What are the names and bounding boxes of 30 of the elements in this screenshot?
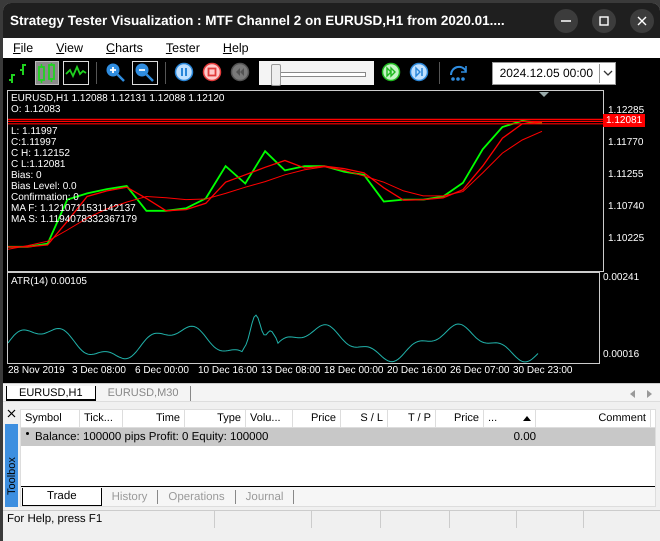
time-tick-label: 28 Nov 2019 xyxy=(8,365,65,376)
window-title: Strategy Tester Visualization : MTF Channel 2 on EURUSD,H1 from 2020.01.... xyxy=(10,13,506,28)
info-text: C H: 1.12152 xyxy=(11,148,71,159)
indicator-label: ATR(14) 0.00105 xyxy=(11,276,87,287)
info-text: C:1.11997 xyxy=(11,137,58,148)
price-tick-label: 1.11770 xyxy=(608,137,644,148)
indicator-tick-label: 0.00241 xyxy=(603,272,640,283)
indicator-tick-label: 0.00016 xyxy=(603,349,640,360)
time-tick-label: 13 Dec 08:00 xyxy=(261,365,320,376)
price-tick-label: 1.10740 xyxy=(608,201,644,212)
info-text: Bias Level: 0.0 xyxy=(11,181,78,192)
time-tick-label: 30 Dec 23:00 xyxy=(513,365,572,376)
price-tick-label: 1.12285 xyxy=(608,105,644,116)
info-text: L: 1.11997 xyxy=(11,126,59,137)
info-text: O: 1.12083 xyxy=(11,104,62,115)
time-tick-label: 18 Dec 00:00 xyxy=(324,365,384,376)
time-tick-label: 6 Dec 00:00 xyxy=(135,365,189,376)
time-tick-label: 10 Dec 16:00 xyxy=(198,365,258,376)
time-tick-label: 20 Dec 16:00 xyxy=(387,365,446,376)
info-text: C L:1.12081 xyxy=(11,159,66,170)
profit-value: 0.00 xyxy=(512,431,536,443)
info-text: Bias: 0 xyxy=(11,170,43,181)
status-text: For Help, press F1 xyxy=(7,511,215,528)
price-tick-label: 1.11255 xyxy=(608,169,644,180)
price-tick-label: 1.10225 xyxy=(608,233,644,244)
time-tick-label: 26 Dec 07:00 xyxy=(450,365,510,376)
symbol-header: EURUSD,H1 1.12088 1.12131 1.12088 1.12120 xyxy=(11,93,224,104)
current-price-label: 1.12081 xyxy=(603,114,646,127)
time-tick-label: 3 Dec 08:00 xyxy=(72,365,126,376)
balance-text: Balance: 100000 pips Profit: 0 Equity: 100000 xyxy=(35,431,270,443)
